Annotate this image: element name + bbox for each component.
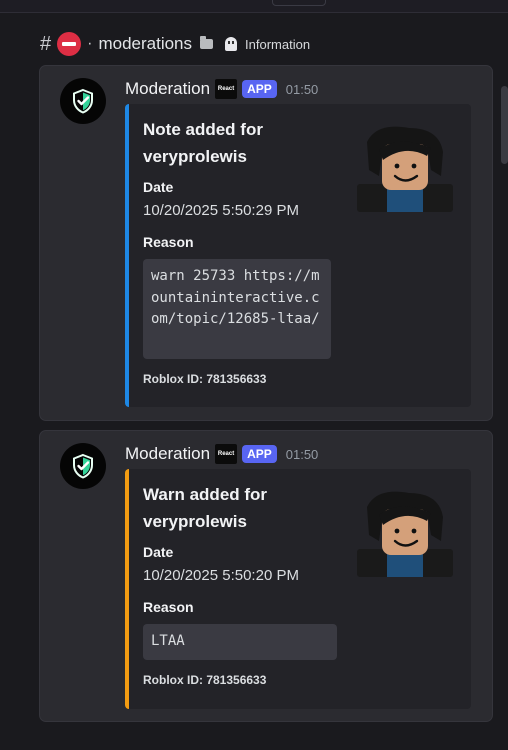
embed: Warn added for veryprolewis Date 10/20/2… <box>125 469 471 709</box>
message[interactable]: Moderation React APP 01:50 Note added fo… <box>39 65 493 421</box>
message[interactable]: Moderation React APP 01:50 Warn added fo… <box>39 430 493 722</box>
top-bar-tab[interactable] <box>272 0 326 6</box>
author-name[interactable]: Moderation <box>125 79 210 99</box>
reason-value: LTAA <box>143 624 337 660</box>
roblox-avatar-thumbnail[interactable] <box>357 126 453 212</box>
embed-title: Warn added for veryprolewis <box>143 485 268 531</box>
top-bar <box>0 0 508 13</box>
embed-accent-bar <box>125 469 129 709</box>
ghost-icon <box>225 37 238 51</box>
scrollbar-thumb[interactable] <box>501 86 508 164</box>
date-value: 10/20/2025 5:50:20 PM <box>143 567 299 584</box>
reason-value: warn 25733 https://mountaininteractive.c… <box>143 259 331 359</box>
shield-check-icon <box>73 88 93 114</box>
author-name[interactable]: Moderation <box>125 444 210 464</box>
message-header: Moderation React APP 01:50 <box>125 443 318 465</box>
channel-name[interactable]: moderations <box>98 34 192 54</box>
embed: Note added for veryprolewis Date 10/20/2… <box>125 104 471 407</box>
bot-logo: React <box>215 444 238 464</box>
app-badge: APP <box>242 445 277 463</box>
message-header: Moderation React APP 01:50 <box>125 78 318 100</box>
app-badge: APP <box>242 80 277 98</box>
roblox-avatar-thumbnail[interactable] <box>357 491 453 577</box>
date-label: Date <box>143 544 174 560</box>
timestamp[interactable]: 01:50 <box>286 82 319 97</box>
embed-footer: Roblox ID: 781356633 <box>143 372 267 386</box>
no-entry-icon <box>57 32 82 56</box>
avatar[interactable] <box>60 78 106 124</box>
hash-icon: # <box>40 32 52 55</box>
reason-label: Reason <box>143 234 194 250</box>
folder-icon <box>200 36 214 49</box>
date-value: 10/20/2025 5:50:29 PM <box>143 202 299 219</box>
channel-header: # · moderations Information <box>40 30 310 58</box>
channel-tag[interactable]: Information <box>245 37 310 52</box>
avatar[interactable] <box>60 443 106 489</box>
separator-dot: · <box>87 35 93 52</box>
shield-check-icon <box>73 453 93 479</box>
embed-accent-bar <box>125 104 129 407</box>
embed-title: Note added for veryprolewis <box>143 120 263 166</box>
scrollbar[interactable] <box>500 14 508 750</box>
date-label: Date <box>143 179 174 195</box>
timestamp[interactable]: 01:50 <box>286 447 319 462</box>
reason-label: Reason <box>143 599 194 615</box>
bot-logo: React <box>215 79 238 99</box>
embed-footer: Roblox ID: 781356633 <box>143 673 267 687</box>
